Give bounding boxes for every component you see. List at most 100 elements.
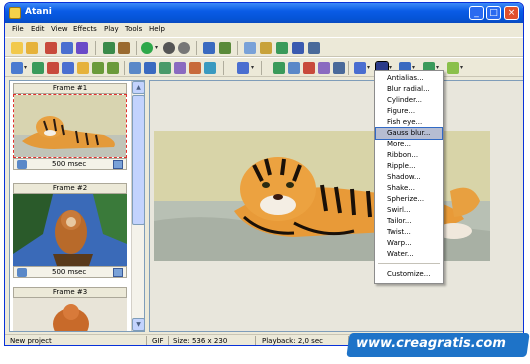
frame-card[interactable]: Frame #2 500 msec: [13, 183, 127, 278]
image-dropdown-icon[interactable]: ▾: [24, 64, 27, 71]
menu-item-antialias[interactable]: Antialias...: [376, 73, 442, 84]
scroll-down-icon[interactable]: ▼: [132, 318, 144, 331]
frame-footer: 500 msec: [13, 158, 127, 170]
insert-frame-icon[interactable]: [32, 62, 44, 74]
menu-effects[interactable]: Effects: [73, 25, 97, 33]
menu-item-swirl[interactable]: Swirl...: [376, 205, 442, 216]
transparency-icon[interactable]: [447, 62, 459, 74]
minimize-button[interactable]: _: [469, 6, 484, 20]
frame-card[interactable]: Frame #3: [13, 287, 127, 331]
menu-help[interactable]: Help: [149, 25, 165, 33]
resize-icon[interactable]: [174, 62, 186, 74]
menu-bar: File Edit View Effects Play Tools Help: [5, 23, 523, 37]
colors-icon[interactable]: [273, 62, 285, 74]
frame-thumbnail-tiger[interactable]: [13, 94, 127, 158]
frame-save-icon[interactable]: [203, 42, 215, 54]
close-button[interactable]: ×: [504, 6, 519, 20]
menu-tools[interactable]: Tools: [125, 25, 142, 33]
save-icon[interactable]: [61, 42, 73, 54]
contrast-icon[interactable]: [303, 62, 315, 74]
menu-item-fish-eye[interactable]: Fish eye...: [376, 117, 442, 128]
settings-icon[interactable]: [308, 42, 320, 54]
menu-item-cylinder[interactable]: Cylinder...: [376, 95, 442, 106]
canvas-area[interactable]: [149, 80, 523, 332]
menu-view[interactable]: View: [51, 25, 68, 33]
menu-item-ripple[interactable]: Ripple...: [376, 161, 442, 172]
new-icon[interactable]: [11, 42, 23, 54]
scroll-up-icon[interactable]: ▲: [132, 81, 144, 94]
status-size: Size: 536 x 230: [170, 336, 256, 345]
copy-frame-icon[interactable]: [62, 62, 74, 74]
effects-toolbar: ▾ ▾ ▾ ▾ ▾ ▾ ▾: [5, 57, 523, 77]
frame-title: Frame #2: [13, 183, 127, 194]
frame-title: Frame #1: [13, 83, 127, 94]
menu-item-warp[interactable]: Warp...: [376, 238, 442, 249]
layout-dropdown-icon[interactable]: ▾: [251, 64, 254, 71]
watermark-text: www.creagratis.com: [356, 336, 506, 351]
frame-settings-icon[interactable]: [113, 160, 123, 169]
frame-title: Frame #3: [13, 287, 127, 298]
open-icon[interactable]: [26, 42, 38, 54]
frames-scrollbar[interactable]: ▲ ▼: [131, 81, 144, 331]
play-dropdown-icon[interactable]: ▾: [155, 44, 158, 51]
grayscale-icon[interactable]: [333, 62, 345, 74]
menu-item-tailor[interactable]: Tailor...: [376, 216, 442, 227]
timer-icon[interactable]: [17, 268, 27, 277]
filter-dropdown-icon[interactable]: ▾: [367, 64, 370, 71]
move-up-icon[interactable]: [92, 62, 104, 74]
maximize-button[interactable]: □: [486, 6, 501, 20]
menu-item-figure[interactable]: Figure...: [376, 106, 442, 117]
paste-frame-icon[interactable]: [77, 62, 89, 74]
app-icon: [9, 7, 21, 19]
lock-icon[interactable]: [260, 42, 272, 54]
crop-icon[interactable]: [159, 62, 171, 74]
pause-icon[interactable]: [163, 42, 175, 54]
main-toolbar: ▾: [5, 37, 523, 57]
frame-export-icon[interactable]: [219, 42, 231, 54]
menu-item-more[interactable]: More...: [376, 139, 442, 150]
frame-thumbnail-monkey[interactable]: [13, 194, 127, 266]
menu-item-spherize[interactable]: Spherize...: [376, 194, 442, 205]
delete-icon[interactable]: [45, 42, 57, 54]
monitor-icon[interactable]: [292, 42, 304, 54]
timer-icon[interactable]: [17, 160, 27, 169]
flip-icon[interactable]: [204, 62, 216, 74]
menu-item-ribbon[interactable]: Ribbon...: [376, 150, 442, 161]
menu-item-customize[interactable]: Customize...: [376, 269, 442, 280]
preview-icon[interactable]: [244, 42, 256, 54]
menu-play[interactable]: Play: [104, 25, 119, 33]
menu-item-shadow[interactable]: Shadow...: [376, 172, 442, 183]
menu-item-blur-radial[interactable]: Blur radial...: [376, 84, 442, 95]
filter-icon[interactable]: [354, 62, 366, 74]
title-bar[interactable]: Atani _ □ ×: [5, 3, 523, 23]
rotate-icon[interactable]: [189, 62, 201, 74]
status-playback: Playback: 2,0 sec: [259, 336, 349, 345]
menu-item-water[interactable]: Water...: [376, 249, 442, 260]
scroll-thumb[interactable]: [132, 95, 144, 225]
save-as-icon[interactable]: [76, 42, 88, 54]
remove-frame-icon[interactable]: [47, 62, 59, 74]
frame-thumbnail-bird[interactable]: [13, 298, 127, 331]
menu-edit[interactable]: Edit: [31, 25, 45, 33]
brightness-icon[interactable]: [288, 62, 300, 74]
palette-icon[interactable]: [276, 42, 288, 54]
image-icon[interactable]: [11, 62, 23, 74]
hue-icon[interactable]: [318, 62, 330, 74]
export-icon[interactable]: [103, 42, 115, 54]
frame-settings-icon[interactable]: [113, 268, 123, 277]
menu-item-shake[interactable]: Shake...: [376, 183, 442, 194]
menu-item-gauss-blur[interactable]: Gauss blur...: [375, 127, 443, 140]
move-down-icon[interactable]: [107, 62, 119, 74]
play-icon[interactable]: [141, 42, 153, 54]
menu-file[interactable]: File: [12, 25, 24, 33]
frame-card[interactable]: Frame #1 500 msec: [13, 83, 127, 170]
import-icon[interactable]: [118, 42, 130, 54]
transparency-dropdown-icon[interactable]: ▾: [460, 64, 463, 71]
frame-footer: 500 msec: [13, 266, 127, 278]
timer-icon[interactable]: [129, 62, 141, 74]
menu-item-twist[interactable]: Twist...: [376, 227, 442, 238]
frame-properties-icon[interactable]: [144, 62, 156, 74]
stop-icon[interactable]: [178, 42, 190, 54]
layout-icon[interactable]: [237, 62, 249, 74]
app-window: Atani _ □ × File Edit View Effects Play …: [4, 2, 524, 346]
